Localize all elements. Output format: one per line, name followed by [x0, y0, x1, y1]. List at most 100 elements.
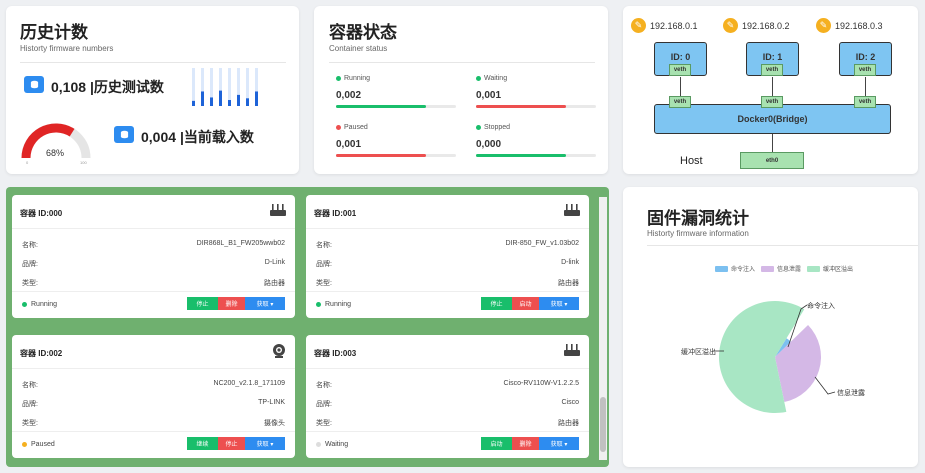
leaf-icon: ✎ — [723, 18, 738, 33]
host-label: Host — [680, 155, 703, 167]
mini-bar — [192, 100, 195, 106]
mini-bar — [237, 94, 240, 106]
fetch-dropdown-button[interactable]: 获取 ▾ — [539, 437, 579, 450]
mini-bar — [228, 100, 231, 106]
name-label: 名称: — [22, 382, 38, 389]
veth-bridge-1: veth — [761, 96, 783, 108]
pie-label-0: 命令注入 — [807, 303, 835, 310]
container-title: 容器 ID:003 — [314, 349, 357, 358]
mini-bar — [219, 90, 222, 106]
leaf-icon: ✎ — [816, 18, 831, 33]
database-icon — [24, 76, 44, 93]
container-card-2[interactable]: 容器 ID:002 名称: NC200_v2.1.8_171109 品牌: TP… — [12, 335, 295, 458]
loaded-label: |当前载入数 — [179, 129, 254, 145]
container-card-3[interactable]: 容器 ID:003 名称: Cisco-RV110W-V1.2.2.5 品牌: … — [306, 335, 589, 458]
stop-button[interactable]: 停止 — [218, 437, 245, 450]
name-value: NC200_v2.1.8_171109 — [213, 380, 285, 387]
start-button[interactable]: 启动 — [481, 437, 512, 450]
container-status: Running — [22, 301, 57, 308]
container-status: Running — [316, 301, 351, 308]
name-label: 名称: — [22, 242, 38, 249]
container-status: Paused — [22, 441, 55, 448]
ip-label-1: ✎ 192.168.0.2 — [723, 18, 790, 33]
status-dot — [336, 76, 341, 81]
fetch-dropdown-button[interactable]: 获取 ▾ — [245, 297, 285, 310]
veth-node-2: veth — [854, 64, 876, 76]
type-label: 类型: — [22, 280, 38, 287]
brand-value: D-link — [561, 259, 579, 266]
stop-button[interactable]: 停止 — [481, 297, 512, 310]
mini-bar — [210, 97, 213, 106]
leaf-icon: ✎ — [631, 18, 646, 33]
type-value: 路由器 — [558, 280, 579, 287]
brand-label: 品牌: — [22, 261, 38, 268]
status-paused-value: 0,001 — [336, 139, 362, 150]
loaded-count-stat: 0,004 |当前载入数 — [141, 127, 254, 147]
brand-label: 品牌: — [22, 401, 38, 408]
tested-label: |历史测试数 — [89, 79, 164, 95]
type-label: 类型: — [316, 280, 332, 287]
docker-bridge: Docker0(Bridge) — [654, 104, 891, 134]
panel-scrollbar[interactable] — [599, 197, 607, 460]
stop-button[interactable]: 停止 — [187, 297, 218, 310]
brand-label: 品牌: — [316, 401, 332, 408]
container-list-panel[interactable]: 容器 ID:000 名称: DIR868L_B1_FW205wwb02 品牌: … — [6, 187, 609, 467]
status-running-label: Running — [336, 75, 370, 82]
status-waiting-label: Waiting — [476, 75, 507, 82]
container-status-card: 容器状态 Container status Running 0,002 Wait… — [314, 6, 608, 174]
container-title: 容器 ID:001 — [314, 209, 357, 218]
status-dot — [336, 125, 341, 130]
status-paused-label: Paused — [336, 124, 368, 131]
delete-button[interactable]: 删除 — [512, 437, 539, 450]
brand-value: TP-LINK — [258, 399, 285, 406]
status-stopped-bar — [476, 154, 596, 157]
resume-button[interactable]: 继续 — [187, 437, 218, 450]
brand-label: 品牌: — [316, 261, 332, 268]
gauge-value: 68% — [46, 148, 64, 158]
veth-bridge-2: veth — [854, 96, 876, 108]
pie-label-2: 缓冲区溢出 — [681, 349, 716, 356]
mini-bar-track — [192, 68, 195, 106]
status-stopped-value: 0,000 — [476, 139, 502, 150]
start-button[interactable]: 启动 — [512, 297, 539, 310]
container-card-1[interactable]: 容器 ID:001 名称: DIR-850_FW_v1.03b02 品牌: D-… — [306, 195, 589, 318]
pie-leader-line — [814, 376, 836, 395]
status-waiting-value: 0,001 — [476, 90, 502, 101]
mini-bar — [255, 91, 258, 106]
router-icon — [269, 203, 287, 222]
name-label: 名称: — [316, 242, 332, 249]
veth-node-0: veth — [669, 64, 691, 76]
fetch-dropdown-button[interactable]: 获取 ▾ — [245, 437, 285, 450]
router-icon — [563, 203, 581, 222]
container-status-subtitle: Container status — [329, 44, 388, 53]
ip-label-2: ✎ 192.168.0.3 — [816, 18, 883, 33]
type-value: 摄像头 — [264, 420, 285, 427]
action-buttons: 停止 删除 获取 ▾ — [187, 297, 285, 310]
container-status-title: 容器状态 — [329, 23, 397, 42]
type-value: 路由器 — [558, 420, 579, 427]
svg-text:100: 100 — [80, 160, 87, 165]
tested-count: 0,108 — [51, 79, 87, 95]
scrollbar-thumb[interactable] — [600, 397, 606, 452]
container-card-0[interactable]: 容器 ID:000 名称: DIR868L_B1_FW205wwb02 品牌: … — [12, 195, 295, 318]
delete-button[interactable]: 删除 — [218, 297, 245, 310]
mini-bar-chart — [192, 68, 258, 106]
vuln-pie-chart — [713, 301, 836, 414]
veth-node-1: veth — [761, 64, 783, 76]
status-running-value: 0,002 — [336, 90, 362, 101]
fetch-dropdown-button[interactable]: 获取 ▾ — [539, 297, 579, 310]
brand-value: Cisco — [561, 399, 579, 406]
brand-value: D-Link — [264, 259, 285, 266]
history-title: 历史计数 — [20, 23, 88, 42]
name-label: 名称: — [316, 382, 332, 389]
name-value: DIR-850_FW_v1.03b02 — [505, 240, 579, 247]
action-buttons: 停止 启动 获取 ▾ — [481, 297, 579, 310]
tested-count-stat: 0,108 |历史测试数 — [51, 77, 164, 97]
pie-label-1: 信息泄露 — [837, 390, 865, 397]
status-dot — [476, 125, 481, 130]
loaded-count: 0,004 — [141, 129, 177, 145]
name-value: DIR868L_B1_FW205wwb02 — [196, 240, 285, 247]
type-label: 类型: — [22, 420, 38, 427]
type-value: 路由器 — [264, 280, 285, 287]
container-title: 容器 ID:000 — [20, 209, 63, 218]
